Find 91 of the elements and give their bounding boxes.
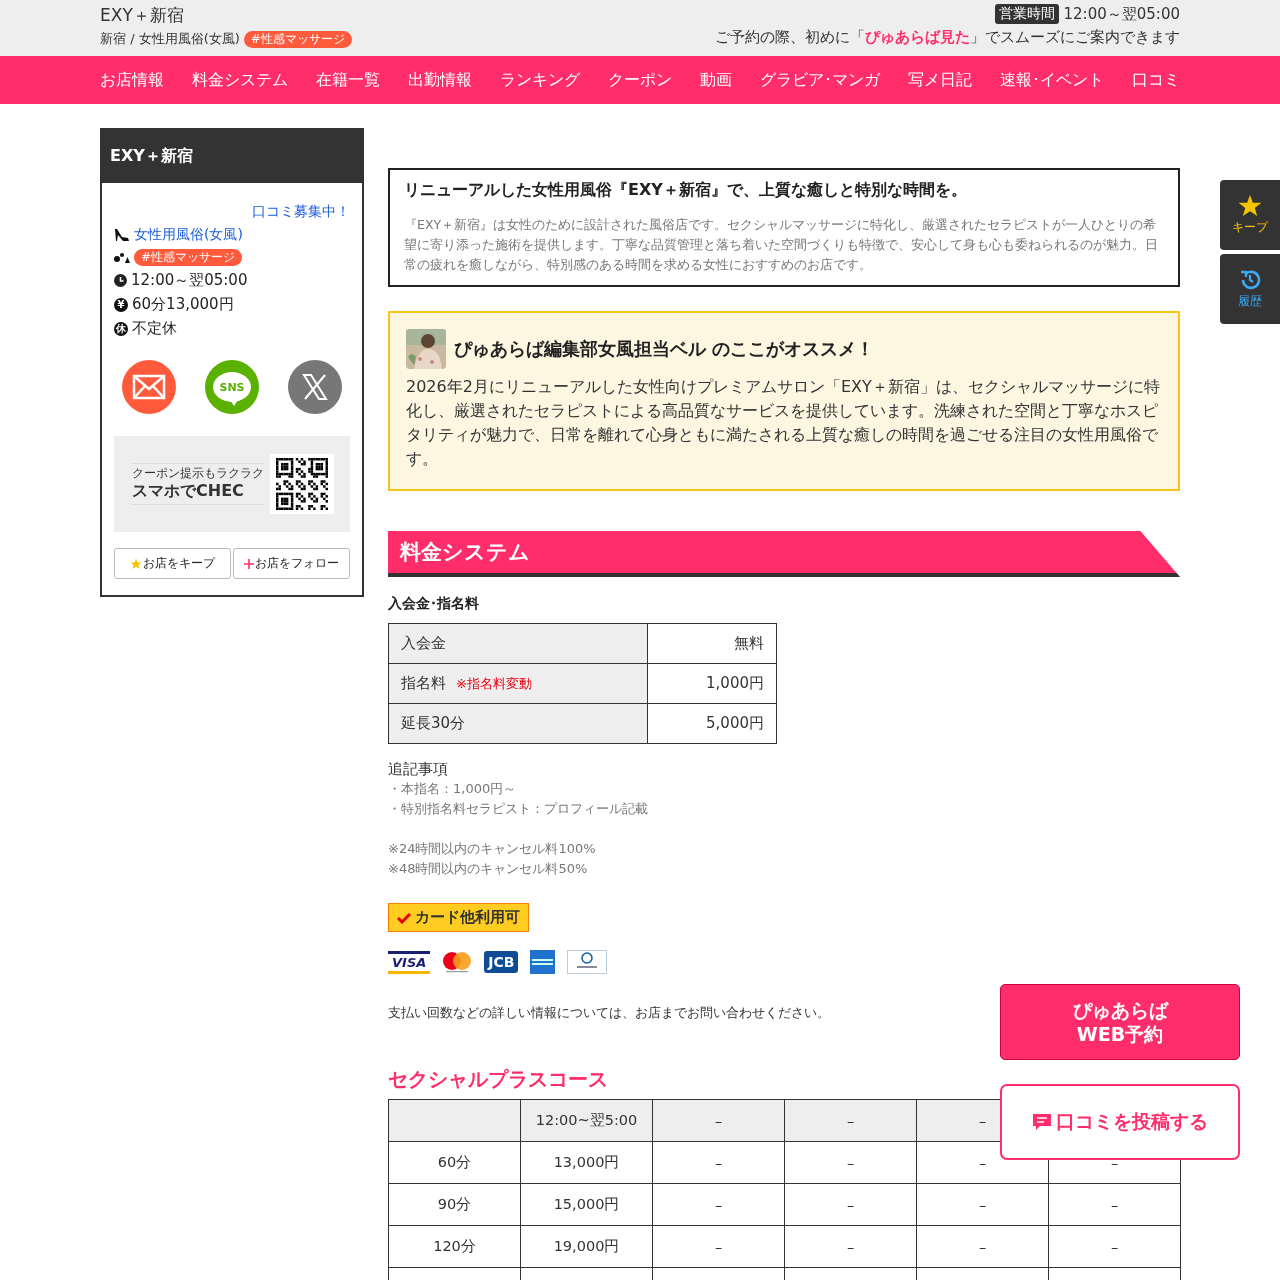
- visa-logo: VISA: [388, 950, 431, 974]
- plus-icon: [244, 558, 254, 569]
- fee-label: 入会金: [401, 634, 446, 652]
- jcb-logo: JCB: [484, 951, 519, 973]
- recommend-heading: ぴゅあらば編集部女風担当ベル のここがオススメ！: [454, 337, 875, 361]
- keep-shop-button[interactable]: お店をキープ: [114, 548, 231, 579]
- post-review-button[interactable]: 口コミを投稿する: [1000, 1084, 1240, 1160]
- fee-value-cell: 5,000円: [647, 703, 777, 744]
- yen-icon: ¥: [114, 297, 128, 312]
- notes-heading: 追記事項: [388, 760, 449, 779]
- table-cell: –: [784, 1141, 917, 1184]
- course-title: セクシャルプラスコース: [388, 1066, 608, 1093]
- table-cell: 15,000円: [520, 1183, 653, 1226]
- fee-note: ※指名料変動: [456, 676, 532, 691]
- nav-tab[interactable]: 速報･イベント: [1000, 69, 1104, 91]
- shapes-icon: [114, 251, 130, 264]
- star-icon: [130, 557, 142, 570]
- table-cell: –: [784, 1225, 917, 1268]
- star-icon: [1238, 194, 1262, 217]
- sns-icon[interactable]: SNS: [205, 360, 259, 414]
- nav-tab[interactable]: ランキング: [500, 69, 580, 91]
- table-cell: –: [916, 1183, 1049, 1226]
- web-booking-button[interactable]: ぴゅあらば WEB予約: [1000, 984, 1240, 1060]
- high-heel-icon: [114, 228, 130, 242]
- follow-shop-button[interactable]: お店をフォロー: [233, 548, 350, 579]
- table-cell: –: [652, 1141, 785, 1184]
- price-text: 60分13,000円: [132, 295, 234, 314]
- card-accepted-badge: カード他利用可: [388, 903, 529, 932]
- mastercard-logo: [442, 951, 473, 973]
- genre-tag: #性感マッサージ: [243, 30, 352, 48]
- clock-icon: [114, 274, 127, 287]
- recommend-text: 2026年2月にリニューアルした女性向けプレミアムサロン「EXY＋新宿」は、セクシャルマッサージに特化し、厳選されたセラピストによる高品質なサービスを提供しています。洗練された空間と丁寧なホスピタリティが魅力で、日常を離れて心身ともに満たされる上質な癒しの時間を過ごせる注目の女性用風俗です。: [406, 376, 1161, 470]
- note-item: ・特別指名料セラピスト：プロフィール記載: [388, 800, 649, 818]
- hours-label: 営業時間: [994, 4, 1059, 24]
- holiday-text: 不定休: [132, 319, 177, 338]
- table-cell: –: [652, 1183, 785, 1226]
- nav-tab[interactable]: クーポン: [608, 69, 672, 91]
- fee-label: 延長30分: [401, 714, 466, 732]
- table-cell: 13,000円: [520, 1141, 653, 1184]
- shop-card-title: EXY＋新宿: [102, 130, 362, 183]
- intro-text: 『EXY＋新宿』は女性のために設計された風俗店です。セクシャルマッサージに特化し、厳選されたセラピストが一人ひとりの希望に寄り添った施術を提供します。丁寧な品質管理と落ち着いた空間づくりも特徴で、安心して身も心も委ねられるのが魅力。日常の疲れを癒しながら、特別感のある時間を求める女性におすすめのお店です。: [404, 216, 1159, 274]
- nav-tab[interactable]: お店情報: [100, 69, 164, 91]
- genre-link[interactable]: 女性用風俗(女風): [134, 226, 243, 244]
- intro-heading: リニューアルした女性用風俗『EXY＋新宿』で、上質な癒しと特別な時間を。: [404, 180, 968, 201]
- holiday-icon: 休: [114, 321, 128, 336]
- nav-tab[interactable]: 口コミ: [1132, 69, 1180, 91]
- section-title: 料金システム: [400, 539, 530, 566]
- table-cell: –: [652, 1225, 785, 1268]
- history-tab[interactable]: 履歴: [1220, 254, 1280, 324]
- nav-tab[interactable]: 写メ日記: [908, 69, 972, 91]
- table-cell: 120分: [388, 1225, 521, 1268]
- fees-heading: 入会金･指名料: [388, 595, 480, 613]
- nav-tab[interactable]: 料金システム: [192, 69, 288, 91]
- comment-icon: [1032, 1112, 1052, 1132]
- cancel-policy: ※24時間以内のキャンセル料100%: [388, 840, 597, 858]
- fee-value-cell: 1,000円: [647, 663, 777, 704]
- table-header-cell: –: [652, 1099, 785, 1142]
- nav-tab[interactable]: 出勤情報: [408, 69, 472, 91]
- cancel-policy: ※48時間以内のキャンセル料50%: [388, 860, 589, 878]
- hours-text: 12:00～翌05:00: [131, 271, 248, 290]
- table-cell: –: [784, 1183, 917, 1226]
- nav-tab[interactable]: 在籍一覧: [316, 69, 380, 91]
- qr-title: スマホでCHEC: [132, 481, 245, 502]
- breadcrumb: 新宿 / 女性用風俗(女風): [100, 30, 240, 48]
- table-cell: –: [916, 1225, 1049, 1268]
- diners-logo: [567, 950, 608, 974]
- table-cell: –: [1048, 1225, 1181, 1268]
- qr-code-icon: [276, 458, 328, 510]
- review-link[interactable]: 口コミ募集中！: [252, 203, 350, 219]
- mail-icon[interactable]: [122, 360, 176, 414]
- fee-label: 指名料: [401, 674, 446, 692]
- table-header-cell: –: [784, 1099, 917, 1142]
- business-hours: 12:00～翌05:00: [1063, 4, 1180, 24]
- amex-logo: [530, 950, 556, 974]
- nav-tab[interactable]: 動画: [700, 69, 732, 91]
- payment-note: 支払い回数などの詳しい情報については、お店までお問い合わせください。: [388, 1004, 830, 1022]
- table-cell: 19,000円: [520, 1225, 653, 1268]
- nav-tab[interactable]: グラビア･マンガ: [760, 69, 880, 91]
- table-cell: 90分: [388, 1183, 521, 1226]
- x-icon[interactable]: [288, 360, 342, 414]
- table-header-cell: 12:00~翌5:00: [520, 1099, 653, 1142]
- qr-caption: クーポン提示もラクラク: [132, 466, 264, 481]
- shop-title: EXY＋新宿: [100, 4, 185, 26]
- fee-value-cell: 無料: [647, 623, 777, 664]
- note-item: ・本指名：1,000円～: [388, 780, 518, 798]
- reservation-notice: ご予約の際、初めに「ぴゅあらば見た」でスムーズにご案内できます: [715, 28, 1180, 47]
- history-icon: [1239, 268, 1261, 291]
- table-cell: 60分: [388, 1141, 521, 1184]
- genre-tag: #性感マッサージ: [134, 249, 243, 266]
- keep-tab[interactable]: キープ: [1220, 180, 1280, 250]
- table-cell: –: [1048, 1183, 1181, 1226]
